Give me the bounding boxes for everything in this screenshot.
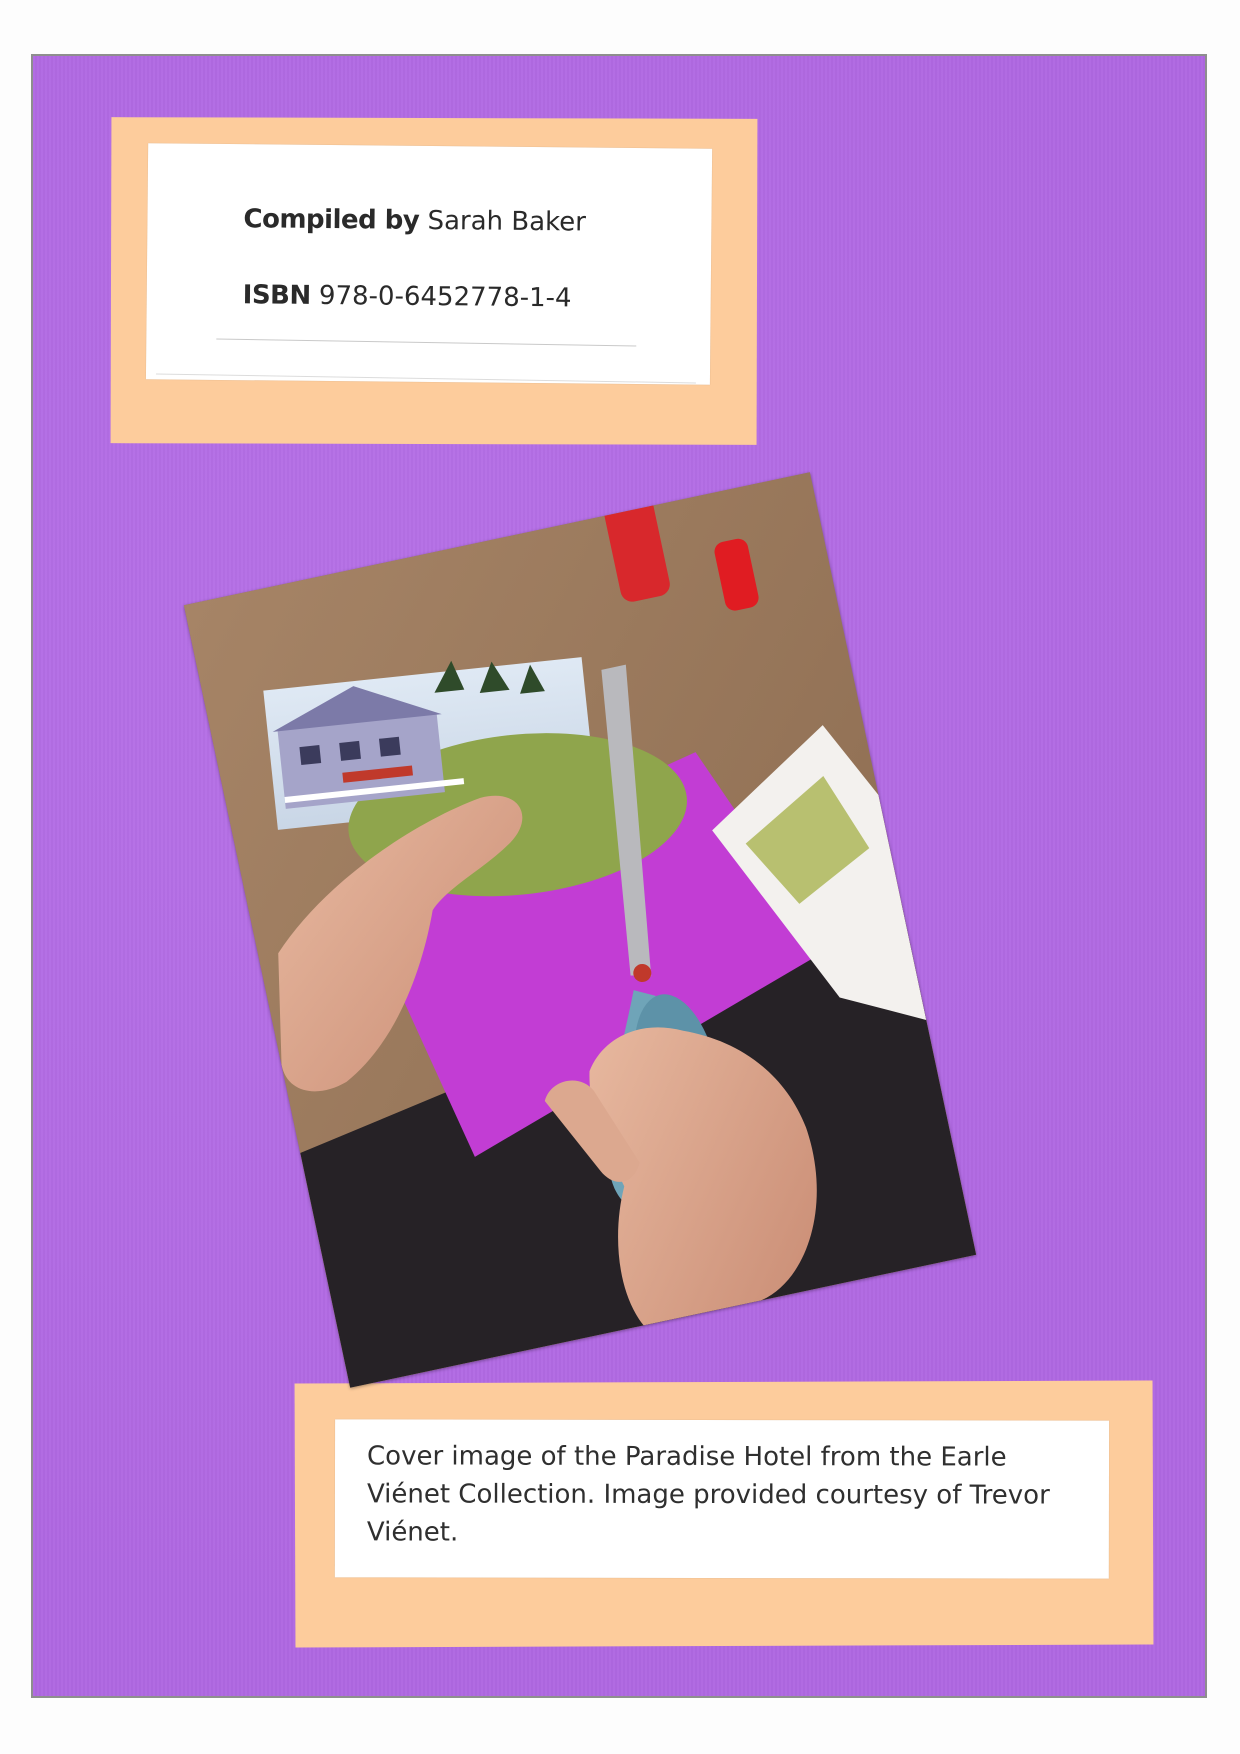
isbn-line: ISBN 978-0-6452778-1-4 (243, 280, 572, 313)
divider-line (155, 373, 696, 384)
isbn-label: ISBN (242, 280, 311, 311)
compiled-by-line: Compiled by Sarah Baker (243, 204, 586, 237)
page: Compiled by Sarah Baker ISBN 978-0-64527… (0, 0, 1240, 1754)
isbn-number: 978-0-6452778-1-4 (318, 280, 572, 314)
caption-label: Cover image of the Paradise Hotel from t… (334, 1419, 1110, 1579)
cover-image-caption: Cover image of the Paradise Hotel from t… (366, 1441, 1050, 1548)
divider-line (216, 338, 637, 347)
caption-card-backing: Cover image of the Paradise Hotel from t… (294, 1380, 1154, 1648)
compiler-name: Sarah Baker (427, 205, 587, 238)
credits-card-backing: Compiled by Sarah Baker ISBN 978-0-64527… (110, 117, 758, 445)
compiled-by-label: Compiled by (243, 204, 420, 236)
credits-label: Compiled by Sarah Baker ISBN 978-0-64527… (145, 143, 713, 385)
